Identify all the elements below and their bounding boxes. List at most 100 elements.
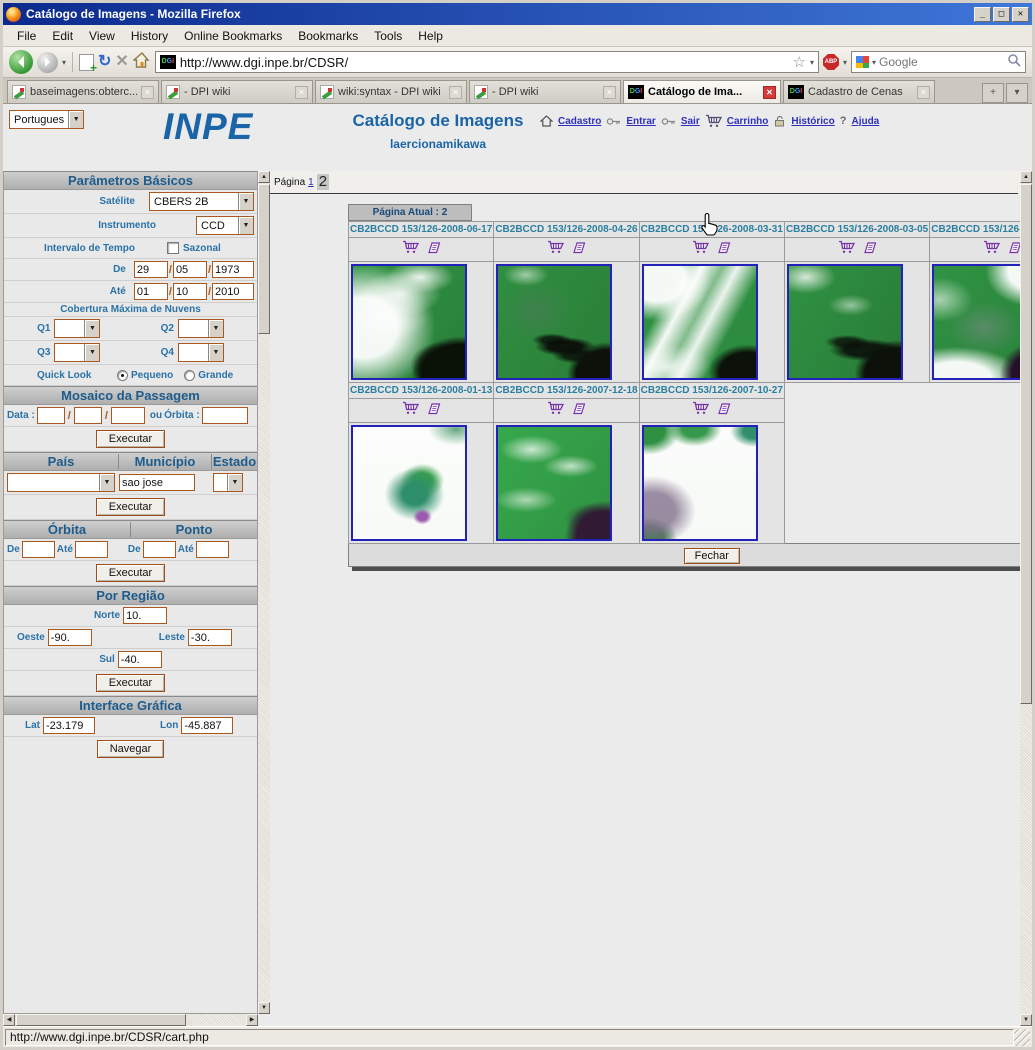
scene-info-icon[interactable] (570, 241, 586, 259)
q3-select[interactable]: ▼ (54, 343, 100, 362)
link-cadastro[interactable]: Cadastro (558, 116, 601, 127)
link-historico[interactable]: Histórico (791, 116, 834, 127)
q1-select[interactable]: ▼ (54, 319, 100, 338)
scene-thumbnail[interactable] (496, 264, 612, 380)
scene-thumbnail[interactable] (787, 264, 903, 380)
menu-view[interactable]: View (81, 27, 123, 45)
scroll-right-icon[interactable]: ▶ (246, 1014, 258, 1026)
tab-catalogo-imagens[interactable]: DGI Catálogo de Ima... ✕ (623, 80, 781, 103)
main-vertical-scrollbar[interactable]: ▲ ▼ (1020, 171, 1032, 1026)
lat-input[interactable] (43, 717, 95, 734)
q2-select[interactable]: ▼ (178, 319, 224, 338)
tab-close-icon[interactable]: ✕ (603, 86, 616, 99)
bookmark-star-icon[interactable]: ☆ (793, 55, 806, 70)
menu-bookmarks[interactable]: Bookmarks (290, 27, 366, 45)
point-from-input[interactable] (143, 541, 176, 558)
scene-thumbnail[interactable] (642, 425, 758, 541)
scene-info-icon[interactable] (425, 402, 441, 420)
add-to-cart-icon[interactable] (692, 240, 709, 259)
quicklook-large-radio[interactable] (184, 370, 195, 381)
scrollbar-thumb[interactable] (16, 1014, 186, 1026)
scroll-down-icon[interactable]: ▼ (1020, 1014, 1032, 1026)
south-input[interactable] (118, 651, 162, 668)
scene-thumbnail[interactable] (351, 264, 467, 380)
add-to-cart-icon[interactable] (402, 240, 419, 259)
tab-close-icon[interactable]: ✕ (449, 86, 462, 99)
mosaic-year-input[interactable] (111, 407, 145, 424)
sidebar-horizontal-scrollbar[interactable]: ◀ ▶ (3, 1014, 258, 1026)
menu-tools[interactable]: Tools (366, 27, 410, 45)
to-month-input[interactable] (173, 283, 207, 300)
state-select[interactable]: ▼ (213, 473, 243, 492)
history-dropdown-icon[interactable]: ▾ (62, 58, 66, 67)
add-to-cart-icon[interactable] (547, 401, 564, 420)
menu-file[interactable]: File (9, 27, 44, 45)
country-select[interactable]: ▼ (7, 473, 115, 492)
scrollbar-thumb[interactable] (1020, 184, 1032, 704)
scrollbar-thumb[interactable] (258, 184, 270, 334)
orbit-to-input[interactable] (75, 541, 108, 558)
east-input[interactable] (188, 629, 232, 646)
tab-close-icon[interactable]: ✕ (141, 86, 154, 99)
mosaic-execute-button[interactable]: Executar (96, 430, 165, 448)
tab-wiki-syntax[interactable]: wiki:syntax - DPI wiki ✕ (315, 80, 467, 103)
back-button[interactable] (9, 50, 33, 74)
from-year-input[interactable] (212, 261, 254, 278)
url-bar[interactable]: DGI ☆ ▾ (155, 51, 819, 73)
instrument-select[interactable]: CCD ▼ (196, 216, 254, 235)
url-dropdown-icon[interactable]: ▾ (810, 58, 814, 67)
scroll-down-icon[interactable]: ▼ (258, 1002, 270, 1014)
resize-grip-icon[interactable] (1014, 1029, 1030, 1046)
link-ajuda[interactable]: Ajuda (851, 116, 879, 127)
mosaic-month-input[interactable] (74, 407, 102, 424)
link-entrar[interactable]: Entrar (626, 116, 655, 127)
menu-edit[interactable]: Edit (44, 27, 81, 45)
from-day-input[interactable] (134, 261, 168, 278)
search-input[interactable] (879, 55, 1004, 69)
west-input[interactable] (48, 629, 92, 646)
home-icon[interactable] (133, 52, 151, 73)
scene-info-icon[interactable] (861, 241, 877, 259)
quicklook-small-radio[interactable] (117, 370, 128, 381)
scene-info-icon[interactable] (715, 402, 731, 420)
add-to-cart-icon[interactable] (983, 240, 1000, 259)
seasonal-checkbox[interactable] (167, 242, 179, 254)
scene-thumbnail[interactable] (351, 425, 467, 541)
tab-close-icon[interactable]: ✕ (295, 86, 308, 99)
add-to-cart-icon[interactable] (838, 240, 855, 259)
tab-close-icon[interactable]: ✕ (917, 86, 930, 99)
adblock-dropdown-icon[interactable]: ▾ (843, 58, 847, 67)
new-tab-button[interactable]: + (982, 83, 1004, 103)
scroll-up-icon[interactable]: ▲ (258, 171, 270, 183)
forward-button[interactable] (37, 52, 58, 73)
scene-thumbnail[interactable] (496, 425, 612, 541)
sidebar-vertical-scrollbar[interactable]: ▲ ▼ (258, 171, 270, 1014)
menu-history[interactable]: History (123, 27, 176, 45)
tab-dpi-wiki-1[interactable]: - DPI wiki ✕ (161, 80, 313, 103)
point-to-input[interactable] (196, 541, 229, 558)
from-month-input[interactable] (173, 261, 207, 278)
adblock-icon[interactable]: ABP (823, 54, 839, 70)
region-execute-button[interactable]: Executar (96, 674, 165, 692)
add-to-cart-icon[interactable] (402, 401, 419, 420)
new-tab-icon[interactable] (79, 54, 94, 71)
page-1-link[interactable]: 1 (308, 177, 314, 188)
add-to-cart-icon[interactable] (547, 240, 564, 259)
city-input[interactable] (119, 474, 195, 491)
navigate-button[interactable]: Navegar (97, 740, 165, 758)
search-magnifier-icon[interactable] (1007, 53, 1021, 72)
scroll-up-icon[interactable]: ▲ (1020, 171, 1032, 183)
search-bar[interactable]: ▾ (851, 51, 1026, 73)
orbit-point-execute-button[interactable]: Executar (96, 564, 165, 582)
scene-info-icon[interactable] (425, 241, 441, 259)
add-to-cart-icon[interactable] (692, 401, 709, 420)
to-year-input[interactable] (212, 283, 254, 300)
tab-baseimagens[interactable]: baseimagens:obterc... ✕ (7, 80, 159, 103)
to-day-input[interactable] (134, 283, 168, 300)
tab-close-icon[interactable]: ✕ (763, 86, 776, 99)
reload-icon[interactable]: ↻ (98, 54, 111, 70)
tab-dpi-wiki-2[interactable]: - DPI wiki ✕ (469, 80, 621, 103)
list-tabs-icon[interactable]: ▾ (1006, 83, 1028, 103)
orbit-from-input[interactable] (22, 541, 55, 558)
scene-thumbnail[interactable] (642, 264, 758, 380)
